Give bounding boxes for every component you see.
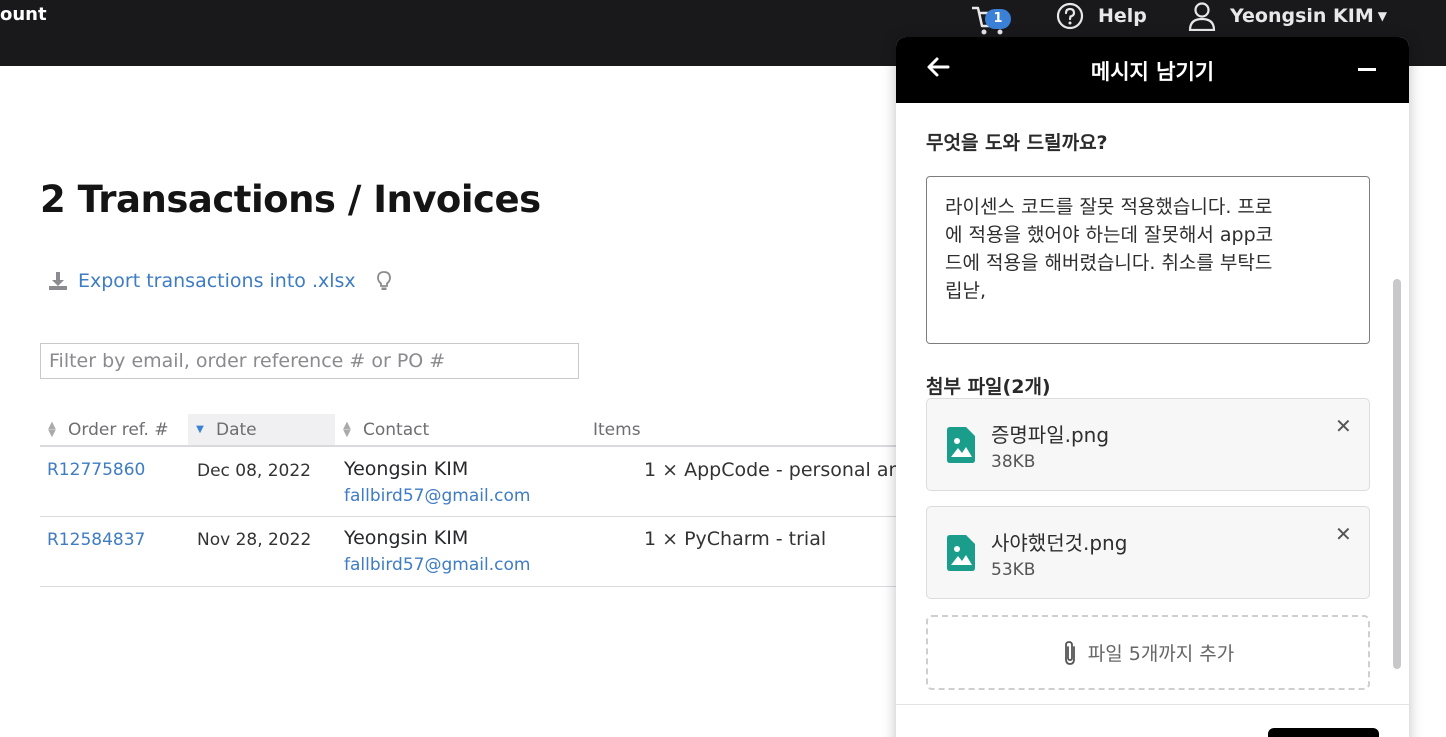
remove-attachment-icon[interactable]: ✕: [1335, 522, 1352, 546]
cart-count-badge: 1: [985, 9, 1011, 29]
sort-down-icon: ▼: [196, 424, 204, 435]
image-file-icon: [947, 427, 975, 463]
column-header-items: Items: [593, 420, 641, 440]
order-date: Dec 08, 2022: [197, 461, 312, 481]
image-file-icon: [947, 535, 975, 571]
widget-header: 메시지 남기기: [896, 37, 1409, 103]
send-button[interactable]: [1268, 728, 1379, 737]
row-divider: [40, 586, 900, 587]
account-link[interactable]: ount: [0, 4, 47, 25]
message-line: 에 적용을 했어야 하는데 잘못해서 app코: [945, 224, 1274, 246]
export-label: Export transactions into .xlsx: [78, 270, 356, 292]
attachment-name: 증명파일.png: [991, 423, 1110, 447]
paperclip-icon: [1064, 640, 1075, 665]
sort-icon: ▲ ▼: [48, 420, 56, 439]
contact-email-link[interactable]: fallbird57@gmail.com: [344, 486, 530, 506]
table-header-divider: [40, 445, 900, 447]
support-widget: 메시지 남기기 무엇을 도와 드릴까요? 라이센스 코드를 잘못 적용했습니다.…: [896, 37, 1409, 737]
contact-name: Yeongsin KIM: [344, 527, 469, 549]
order-item: 1 × AppCode - personal an: [644, 459, 901, 481]
question-label: 무엇을 도와 드릴까요?: [926, 132, 1108, 154]
minimize-icon[interactable]: [1358, 68, 1376, 71]
caret-down-icon: ▼: [1377, 9, 1387, 23]
message-line: 드에 적용을 해버렸습니다. 취소를 부탁드: [945, 252, 1273, 274]
remove-attachment-icon[interactable]: ✕: [1335, 414, 1352, 438]
order-date: Nov 28, 2022: [197, 530, 312, 550]
attachments-label: 첨부 파일(2개): [926, 376, 1051, 398]
widget-scrollbar[interactable]: [1393, 279, 1401, 669]
user-menu[interactable]: Yeongsin KIM ▼: [1188, 2, 1387, 31]
row-divider: [40, 516, 900, 517]
help-label: Help: [1098, 5, 1147, 27]
widget-title: 메시지 남기기: [1090, 60, 1215, 84]
attachment-item: 사야했던것.png 53KB ✕: [926, 506, 1370, 599]
column-header-order-ref[interactable]: ▲ ▼ Order ref. #: [46, 414, 186, 446]
user-icon: [1188, 2, 1216, 31]
message-line: 라이센스 코드를 잘못 적용했습니다. 프로: [945, 196, 1273, 218]
export-link[interactable]: Export transactions into .xlsx: [48, 270, 392, 292]
column-header-date[interactable]: ▼ Date: [188, 414, 335, 446]
attachment-size: 53KB: [991, 560, 1036, 580]
order-ref-link[interactable]: R12775860: [47, 460, 145, 480]
add-files-label: 파일 5개까지 추가: [1087, 643, 1235, 665]
column-header-contact[interactable]: ▲ ▼ Contact: [341, 414, 541, 446]
message-line: 립낟,: [945, 280, 986, 302]
add-files-button[interactable]: 파일 5개까지 추가: [926, 615, 1370, 690]
page-title: 2 Transactions / Invoices: [40, 178, 541, 221]
order-item: 1 × PyCharm - trial: [644, 528, 827, 550]
contact-email-link[interactable]: fallbird57@gmail.com: [344, 555, 530, 575]
widget-footer-divider: [896, 704, 1409, 705]
sort-icon: ▲ ▼: [343, 420, 351, 439]
help-icon: [1056, 2, 1084, 30]
attachment-name: 사야했던것.png: [991, 531, 1128, 555]
help-button[interactable]: Help: [1056, 2, 1147, 30]
user-name: Yeongsin KIM: [1230, 5, 1374, 27]
message-textarea[interactable]: 라이센스 코드를 잘못 적용했습니다. 프로 에 적용을 했어야 하는데 잘못해…: [926, 176, 1370, 344]
order-ref-link[interactable]: R12584837: [47, 530, 145, 550]
attachment-size: 38KB: [991, 452, 1036, 472]
download-icon: [49, 272, 67, 290]
contact-name: Yeongsin KIM: [344, 458, 469, 480]
lightbulb-icon[interactable]: [376, 270, 392, 292]
filter-input[interactable]: [40, 343, 579, 379]
attachment-item: 증명파일.png 38KB ✕: [926, 398, 1370, 491]
